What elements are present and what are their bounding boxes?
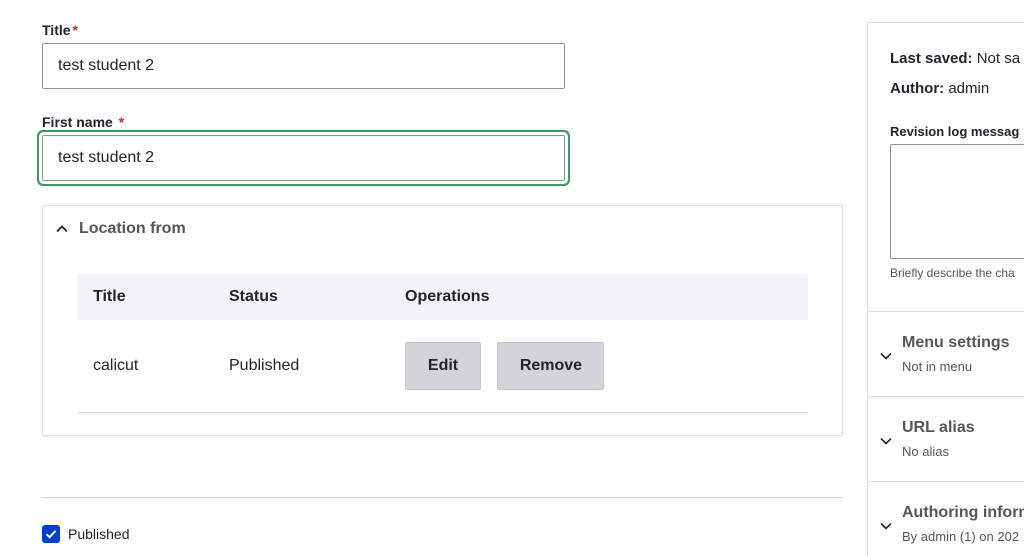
row-operations: Edit Remove xyxy=(389,320,808,413)
sidebar-divider xyxy=(868,396,1024,397)
authoring-info-section[interactable]: Authoring inform By admin (1) on 202 xyxy=(868,493,1024,556)
menu-settings-title: Menu settings xyxy=(902,334,1010,351)
sidebar-divider xyxy=(868,481,1024,482)
table-header-row: Title Status Operations xyxy=(77,274,808,320)
sidebar-divider xyxy=(868,311,1024,312)
col-status-header: Status xyxy=(229,288,278,305)
chevron-down-icon xyxy=(880,522,892,530)
url-alias-summary: No alias xyxy=(902,444,949,459)
chevron-up-icon xyxy=(56,225,68,233)
published-checkbox[interactable] xyxy=(42,525,60,543)
required-mark: * xyxy=(118,114,125,130)
revision-log-label: Revision log messag xyxy=(890,124,1020,139)
authoring-info-summary: By admin (1) on 202 xyxy=(902,529,1020,544)
row-title: calicut xyxy=(77,320,213,413)
menu-settings-section[interactable]: Menu settings Not in menu xyxy=(868,323,1024,393)
title-label: Title * xyxy=(42,22,78,38)
first-name-label: First name * xyxy=(42,114,125,130)
location-summary[interactable]: Location from xyxy=(55,220,186,238)
row-status: Published xyxy=(213,320,389,413)
meta-sidebar: Last saved: Not sa Author: admin Revisio… xyxy=(867,22,1024,556)
check-icon xyxy=(45,530,57,539)
url-alias-title: URL alias xyxy=(902,419,975,436)
location-details: Location from Title Status Operations ca… xyxy=(42,205,843,436)
chevron-down-icon xyxy=(880,352,892,360)
url-alias-section[interactable]: URL alias No alias xyxy=(868,408,1024,478)
remove-button[interactable]: Remove xyxy=(497,341,605,390)
published-checkbox-wrap[interactable]: Published xyxy=(42,525,130,543)
title-input[interactable]: test student 2 xyxy=(42,43,565,89)
col-operations-header: Operations xyxy=(405,288,490,305)
edit-button[interactable]: Edit xyxy=(405,341,481,390)
authoring-info-title: Authoring inform xyxy=(902,504,1024,521)
last-saved: Last saved: Not sa xyxy=(890,50,1021,67)
author: Author: admin xyxy=(890,80,990,97)
revision-log-description: Briefly describe the cha xyxy=(890,266,1015,280)
published-label: Published xyxy=(68,526,130,542)
menu-settings-summary: Not in menu xyxy=(902,359,973,374)
col-title-header: Title xyxy=(93,288,126,305)
chevron-down-icon xyxy=(880,437,892,445)
required-mark: * xyxy=(72,22,78,38)
location-table: Title Status Operations calicut Publishe… xyxy=(77,274,808,413)
first-name-input[interactable]: test student 2 xyxy=(42,135,565,181)
revision-log-textarea[interactable] xyxy=(890,144,1024,259)
table-row: calicut Published Edit Remove xyxy=(77,320,808,413)
location-table-wrap: Title Status Operations calicut Publishe… xyxy=(77,274,808,413)
form-divider xyxy=(42,497,843,498)
